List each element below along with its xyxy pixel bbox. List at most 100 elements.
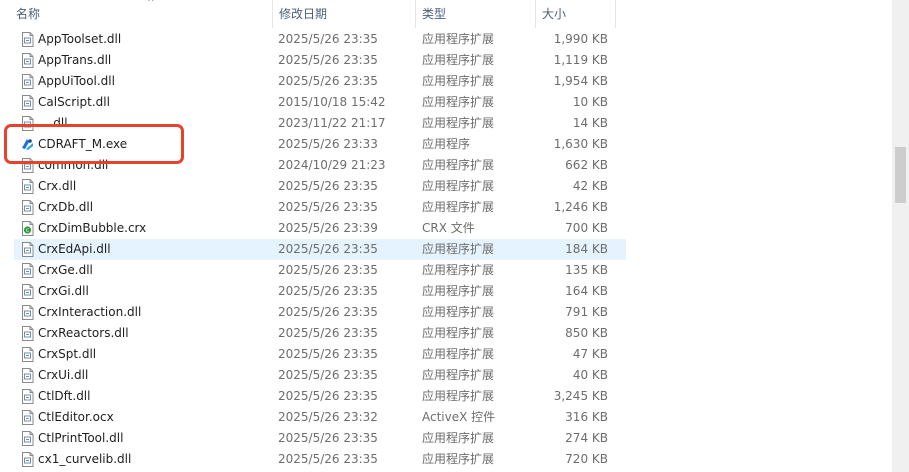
file-type: 应用程序扩展 xyxy=(422,368,495,382)
file-type: 应用程序扩展 xyxy=(422,32,495,46)
file-size: 850 KB xyxy=(565,326,608,340)
file-size: 720 KB xyxy=(565,452,608,466)
file-row[interactable]: AppToolset.dll 2025/5/26 23:35 应用程序扩展 1,990… xyxy=(14,29,626,50)
file-row[interactable]: CrxReactors.dll 2025/5/26 23:35 应用程序扩展 850 … xyxy=(14,323,626,344)
file-type: ActiveX 控件 xyxy=(422,410,496,424)
file-size: 47 KB xyxy=(572,347,608,361)
file-name: Crx.dll xyxy=(38,179,77,193)
dll-file-icon xyxy=(21,431,34,446)
scrollbar-thumb[interactable] xyxy=(895,147,906,203)
file-type: 应用程序扩展 xyxy=(422,116,495,130)
dll-file-icon xyxy=(21,389,34,404)
file-date: 2025/5/26 23:35 xyxy=(278,452,378,466)
file-date: 2025/5/26 23:35 xyxy=(278,431,378,445)
file-date: 2025/5/26 23:35 xyxy=(278,305,378,319)
file-type: 应用程序扩展 xyxy=(422,200,495,214)
dll-file-icon xyxy=(21,284,34,299)
file-row[interactable]: CalScript.dll 2015/10/18 15:42 应用程序扩展 10 KB xyxy=(14,92,626,113)
file-name: common.dll xyxy=(38,158,109,172)
file-name: CrxDimBubble.crx xyxy=(38,221,147,235)
file-name: CrxUi.dll xyxy=(38,368,89,382)
file-name: CalScript.dll xyxy=(38,95,110,109)
file-row[interactable]: CDRAFT_M.exe 2025/5/26 23:33 应用程序 1,630 KB xyxy=(14,134,626,155)
file-size: 1,246 KB xyxy=(553,200,608,214)
dll-file-icon xyxy=(21,263,34,278)
file-date: 2023/11/22 21:17 xyxy=(278,116,386,130)
column-header-name-label: 名称 xyxy=(16,7,41,21)
file-size: 40 KB xyxy=(572,368,608,382)
file-name: CtlEditor.ocx xyxy=(38,410,114,424)
column-header-size[interactable]: 大小 xyxy=(535,0,615,28)
file-name: CDRAFT_M.exe xyxy=(38,137,128,151)
column-header-name[interactable]: 名称 ^ xyxy=(10,0,270,28)
file-row[interactable]: CtlPrintTool.dll 2025/5/26 23:35 应用程序扩展 274… xyxy=(14,428,626,449)
file-name: cx1_curvelib.dll xyxy=(38,452,132,466)
dll-file-icon xyxy=(21,74,34,89)
dll-file-icon xyxy=(21,32,34,47)
file-name: AppToolset.dll xyxy=(38,32,122,46)
file-row[interactable]: CrxUi.dll 2025/5/26 23:35 应用程序扩展 40 KB xyxy=(14,365,626,386)
file-type: 应用程序扩展 xyxy=(422,452,495,466)
vertical-scrollbar[interactable] xyxy=(892,0,909,472)
file-row[interactable]: CtlEditor.ocx 2025/5/26 23:32 ActiveX 控件 31… xyxy=(14,407,626,428)
column-header-date[interactable]: 修改日期 xyxy=(272,0,414,28)
dll-file-icon xyxy=(21,305,34,320)
file-row[interactable]: common.dll 2024/10/29 21:23 应用程序扩展 662 KB xyxy=(14,155,626,176)
file-row[interactable]: CrxDb.dll 2025/5/26 23:35 应用程序扩展 1,246 KB xyxy=(14,197,626,218)
column-header-size-label: 大小 xyxy=(542,7,567,21)
file-row[interactable]: CtlDft.dll 2025/5/26 23:35 应用程序扩展 3,245 KB xyxy=(14,386,626,407)
file-row[interactable]: c CrxDimBubble.crx 2025/5/26 23:39 CRX 文件 70… xyxy=(14,218,626,239)
file-name: AppUiTool.dll xyxy=(38,74,115,88)
file-row[interactable]: ....dll 2023/11/22 21:17 应用程序扩展 14 KB xyxy=(14,113,626,134)
dll-file-icon xyxy=(21,53,34,68)
file-row[interactable]: CrxGi.dll 2025/5/26 23:35 应用程序扩展 164 KB xyxy=(14,281,626,302)
file-type: 应用程序扩展 xyxy=(422,53,495,67)
file-type: 应用程序扩展 xyxy=(422,95,495,109)
crx-file-icon: c xyxy=(21,221,34,236)
file-date: 2025/5/26 23:32 xyxy=(278,410,378,424)
column-header-row: 名称 ^ 修改日期 类型 大小 xyxy=(0,0,892,28)
file-date: 2025/5/26 23:35 xyxy=(278,326,378,340)
svg-text:c: c xyxy=(26,227,29,234)
file-row[interactable]: CrxSpt.dll 2025/5/26 23:35 应用程序扩展 47 KB xyxy=(14,344,626,365)
file-type: 应用程序扩展 xyxy=(422,263,495,277)
file-size: 14 KB xyxy=(572,116,608,130)
file-size: 135 KB xyxy=(565,263,608,277)
file-date: 2025/5/26 23:35 xyxy=(278,263,378,277)
file-type: 应用程序扩展 xyxy=(422,305,495,319)
file-row[interactable]: Crx.dll 2025/5/26 23:35 应用程序扩展 42 KB xyxy=(14,176,626,197)
file-explorer-list: 名称 ^ 修改日期 类型 大小 AppToolset.dll 2025/5/26 … xyxy=(0,0,909,472)
file-row[interactable]: AppTrans.dll 2025/5/26 23:35 应用程序扩展 1,119 K… xyxy=(14,50,626,71)
file-date: 2025/5/26 23:33 xyxy=(278,137,378,151)
file-type: 应用程序扩展 xyxy=(422,389,495,403)
file-date: 2025/5/26 23:35 xyxy=(278,389,378,403)
file-type: 应用程序扩展 xyxy=(422,326,495,340)
dll-file-icon xyxy=(21,200,34,215)
file-size: 1,119 KB xyxy=(553,53,608,67)
file-size: 1,954 KB xyxy=(553,74,608,88)
file-row[interactable]: cx1_curvelib.dll 2025/5/26 23:35 应用程序扩展 720… xyxy=(14,449,626,470)
file-name: ....dll xyxy=(38,116,68,130)
file-list: AppToolset.dll 2025/5/26 23:35 应用程序扩展 1,990… xyxy=(0,29,892,470)
file-size: 274 KB xyxy=(565,431,608,445)
file-row[interactable]: CrxEdApi.dll 2025/5/26 23:35 应用程序扩展 184 KB xyxy=(14,239,626,260)
file-date: 2025/5/26 23:39 xyxy=(278,221,378,235)
file-name: CrxSpt.dll xyxy=(38,347,97,361)
file-date: 2024/10/29 21:23 xyxy=(278,158,386,172)
file-row[interactable]: AppUiTool.dll 2025/5/26 23:35 应用程序扩展 1,954 … xyxy=(14,71,626,92)
file-type: 应用程序 xyxy=(422,137,471,151)
column-header-type[interactable]: 类型 xyxy=(415,0,535,28)
column-divider xyxy=(615,0,616,28)
file-name: AppTrans.dll xyxy=(38,53,112,67)
file-type: 应用程序扩展 xyxy=(422,158,495,172)
file-date: 2025/5/26 23:35 xyxy=(278,242,378,256)
file-name: CrxInteraction.dll xyxy=(38,305,142,319)
sort-ascending-icon: ^ xyxy=(147,0,155,8)
dll-file-icon xyxy=(21,347,34,362)
file-name: CtlPrintTool.dll xyxy=(38,431,124,445)
dll-file-icon xyxy=(21,368,34,383)
file-row[interactable]: CrxInteraction.dll 2025/5/26 23:35 应用程序扩展 7… xyxy=(14,302,626,323)
file-size: 316 KB xyxy=(565,410,608,424)
file-type: 应用程序扩展 xyxy=(422,284,495,298)
file-row[interactable]: CrxGe.dll 2025/5/26 23:35 应用程序扩展 135 KB xyxy=(14,260,626,281)
